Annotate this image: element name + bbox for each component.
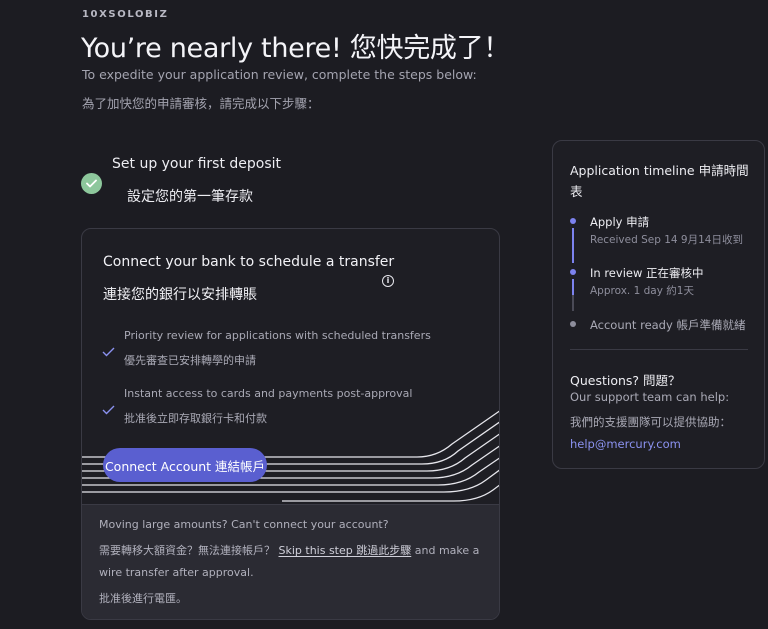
timeline-title: Application timeline 申請時間 (570, 163, 749, 178)
timeline-item-sub: Received Sep 14 9月14日收到 (590, 234, 743, 246)
footer-text: wire transfer after approval. (99, 566, 254, 579)
timeline-item-label: In review 正在審核中 (590, 266, 704, 280)
timeline-connector (572, 295, 574, 311)
footer-text: 需要轉移大額資金？無法連接帳戶？ (99, 544, 279, 557)
questions-title: Questions? 問題？ (570, 373, 681, 388)
connect-account-button[interactable]: Connect Account 連結帳戶 (103, 448, 267, 482)
footer-text: and make a (411, 544, 480, 557)
card-footer: Moving large amounts? Can't connect your… (82, 504, 499, 619)
benefit-text-en: Priority review for applications with sc… (124, 329, 431, 342)
timeline-item-label: Account ready 帳戶準備就緒 (590, 318, 746, 332)
application-page: 10XSOLOBIZ You’re nearly there! 您快完成了！ T… (0, 0, 768, 629)
completed-step-label-en: Set up your first deposit (112, 156, 282, 172)
timeline-connector (572, 279, 574, 295)
card-title-en: Connect your bank to schedule a transfer (103, 254, 395, 270)
timeline-dot-done (570, 218, 576, 224)
timeline-item-label: Apply 申請 (590, 215, 650, 229)
intro-text-en: To expedite your application review, com… (82, 67, 477, 82)
timeline-dot-pending (570, 321, 576, 327)
brand-name: 10XSOLOBIZ (82, 9, 169, 20)
timeline-dot-current (570, 269, 576, 275)
support-text-zh: 我們的支援團隊可以提供協助： (570, 415, 731, 429)
footer-text: Moving large amounts? Can't connect your… (99, 518, 389, 531)
check-circle-icon (81, 173, 102, 194)
footer-text: 批准後進行電匯。 (99, 592, 187, 605)
divider (570, 349, 748, 350)
card-title-zh: 連接您的銀行以安排轉賬 (103, 287, 257, 303)
connect-bank-card: Connect your bank to schedule a transfer… (81, 228, 500, 620)
timeline-item-sub: Approx. 1 day 約1天 (590, 285, 694, 297)
page-title: You’re nearly there! 您快完成了！ (81, 33, 510, 64)
benefit-text-zh: 優先審查已安排轉學的申請 (124, 354, 256, 367)
benefit-text-en: Instant access to cards and payments pos… (124, 387, 413, 400)
support-text-en: Our support team can help: (570, 390, 730, 404)
timeline-panel: Application timeline 申請時間 表 Apply 申請 Rec… (552, 140, 765, 469)
info-icon[interactable]: i (382, 275, 394, 287)
support-email-link[interactable]: help@mercury.com (570, 437, 681, 451)
skip-step-link[interactable]: Skip this step 跳過此步驟 (279, 544, 412, 557)
completed-step-label-zh: 設定您的第一筆存款 (127, 189, 253, 205)
intro-text-zh: 為了加快您的申請審核，請完成以下步驟： (82, 96, 320, 111)
timeline-title-cont: 表 (570, 184, 583, 199)
check-icon (102, 347, 115, 357)
footer-text-with-link: 需要轉移大額資金？無法連接帳戶？ Skip this step 跳過此步驟 an… (99, 542, 479, 558)
timeline-connector (572, 228, 574, 263)
